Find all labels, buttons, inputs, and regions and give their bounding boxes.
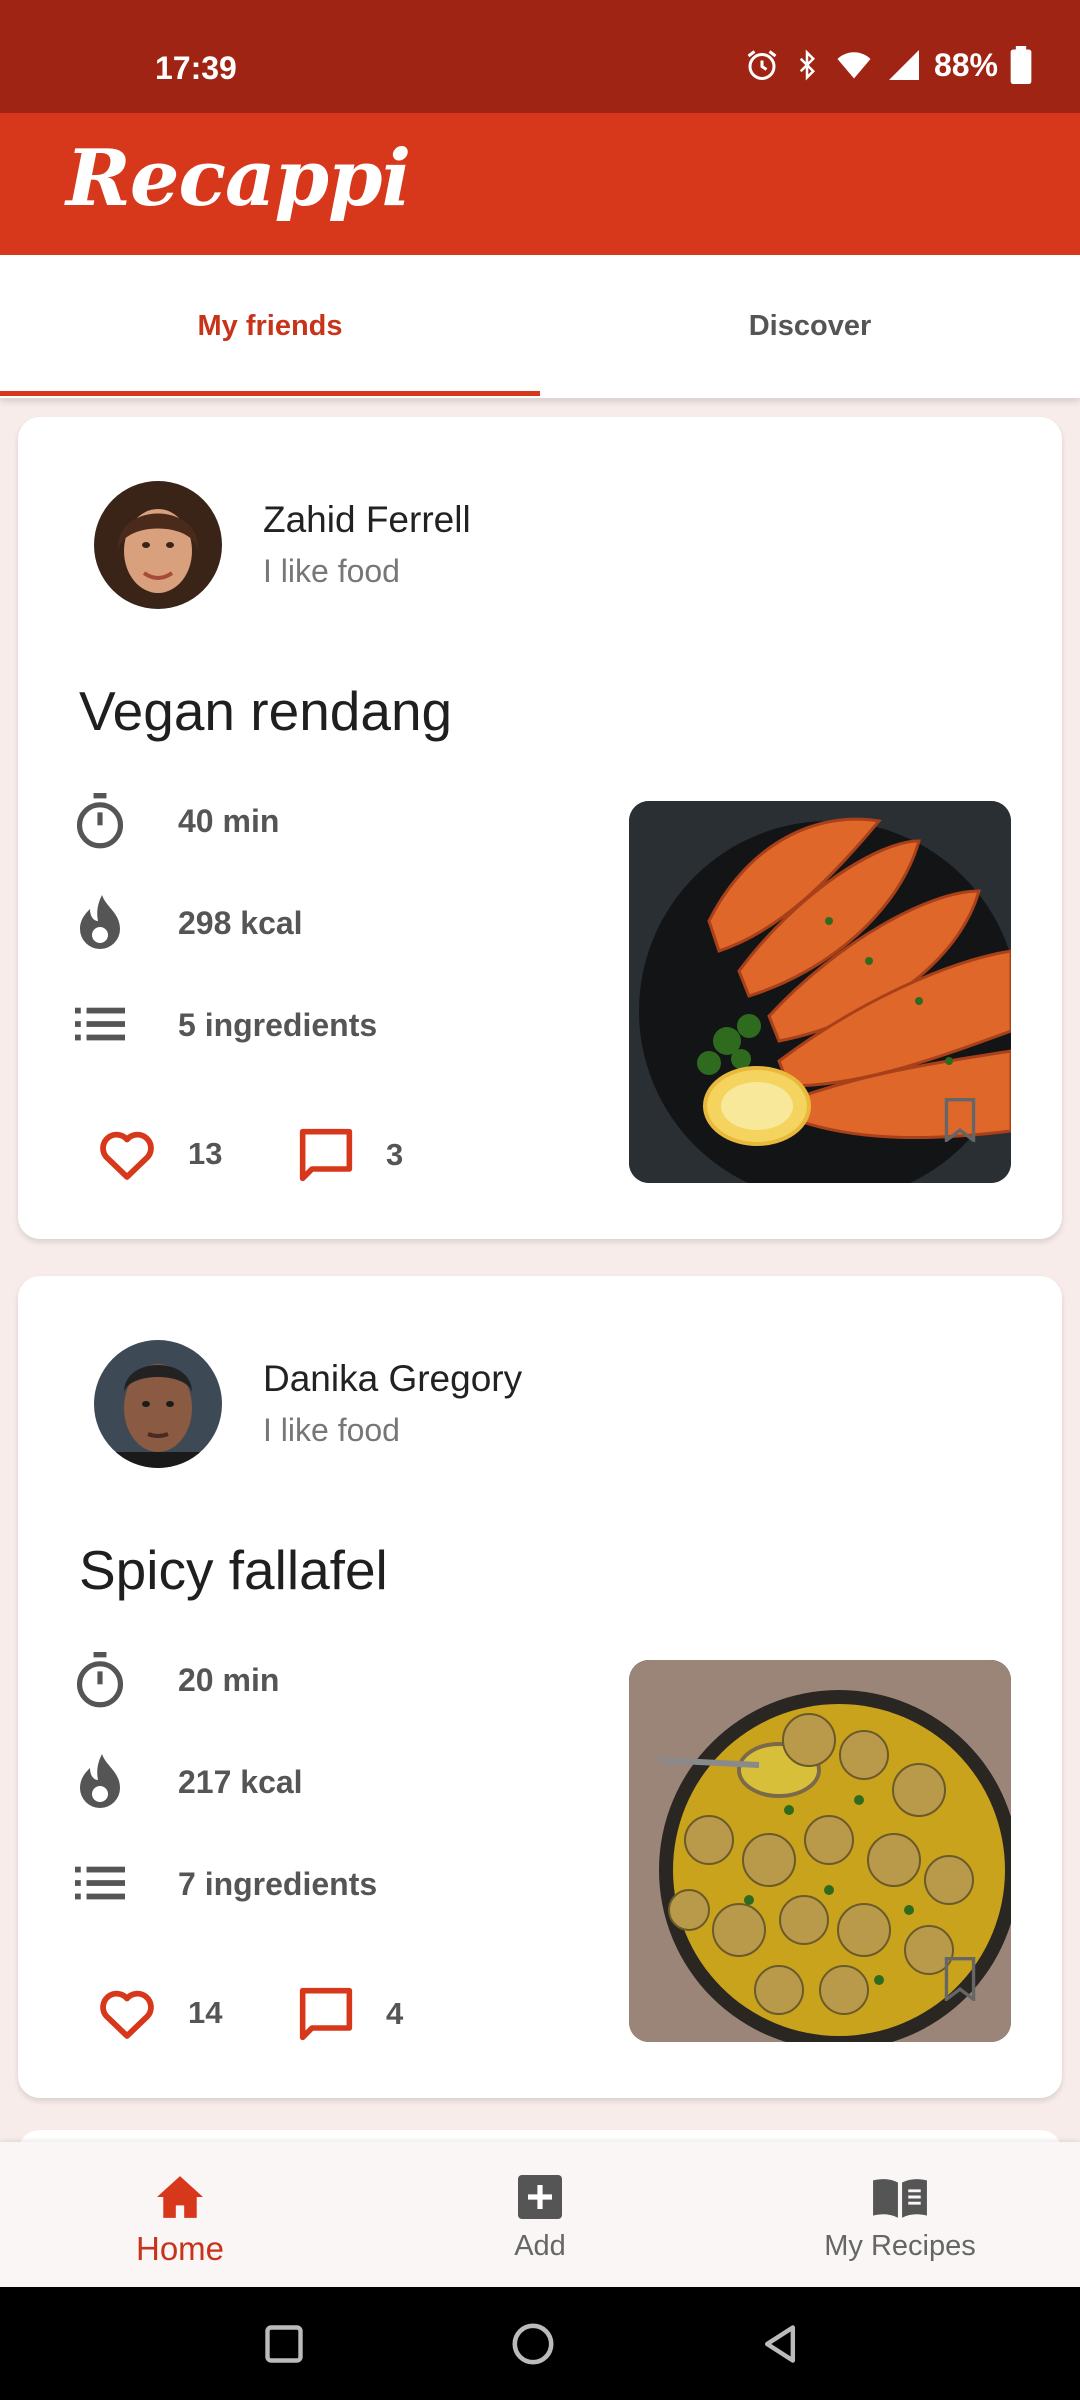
tab-discover[interactable]: Discover (540, 255, 1080, 398)
author-name[interactable]: Zahid Ferrell (263, 499, 471, 541)
like-button[interactable]: 14 (98, 1986, 222, 2040)
back-button[interactable] (758, 2287, 802, 2400)
heart-icon (100, 1990, 154, 2039)
author-name[interactable]: Danika Gregory (263, 1358, 522, 1400)
app-bar: Recappi (0, 113, 1080, 255)
cook-time: 40 min (178, 802, 280, 839)
nav-my-recipes-label: My Recipes (824, 2230, 976, 2262)
flame-icon (68, 891, 132, 955)
app-logo: Recappi (66, 133, 411, 224)
recipe-title[interactable]: Vegan rendang (79, 679, 452, 743)
recipe-image[interactable] (629, 1660, 1011, 2042)
author-bio: I like food (263, 1412, 400, 1448)
system-nav-bar (0, 2287, 1080, 2400)
list-icon (68, 993, 132, 1057)
calories: 298 kcal (178, 904, 303, 941)
nav-add[interactable]: Add (360, 2142, 720, 2287)
meta-time: 20 min (68, 1648, 279, 1712)
avatar[interactable] (94, 1340, 222, 1468)
heart-icon (100, 1131, 154, 1180)
book-icon (871, 2170, 929, 2224)
avatar[interactable] (94, 481, 222, 609)
meta-calories: 298 kcal (68, 891, 303, 955)
flame-icon (68, 1750, 132, 1814)
bluetooth-icon (799, 49, 815, 81)
recipe-image[interactable] (629, 801, 1011, 1183)
home-system-button[interactable] (510, 2287, 556, 2400)
meta-calories: 217 kcal (68, 1750, 303, 1814)
comment-count: 3 (386, 1137, 404, 1172)
list-icon (68, 1852, 132, 1916)
comment-button[interactable]: 4 (298, 1986, 403, 2042)
add-box-icon (516, 2170, 564, 2224)
square-icon (265, 2324, 303, 2363)
meta-ingredients: 5 ingredients (68, 993, 377, 1057)
circle-icon (512, 2322, 554, 2365)
meta-time: 40 min (68, 789, 279, 853)
recipe-title[interactable]: Spicy fallafel (79, 1538, 388, 1602)
ingredient-count: 7 ingredients (178, 1865, 378, 1902)
battery-icon (1010, 46, 1032, 84)
bottom-nav: Home Add My Recipes (0, 2142, 1080, 2287)
recents-button[interactable] (262, 2287, 306, 2400)
nav-home[interactable]: Home (0, 2142, 360, 2287)
timer-icon (68, 789, 132, 853)
meta-ingredients: 7 ingredients (68, 1852, 377, 1916)
cook-time: 20 min (178, 1661, 280, 1698)
comment-button[interactable]: 3 (298, 1127, 403, 1183)
tab-bar: My friends Discover (0, 255, 1080, 398)
back-triangle-icon (764, 2324, 796, 2363)
battery-percent: 88% (933, 46, 998, 83)
like-count: 14 (188, 1995, 223, 2030)
comment-count: 4 (386, 1996, 404, 2031)
signal-icon (888, 50, 919, 80)
status-bar: 17:39 88% (0, 0, 1080, 113)
tab-my-friends[interactable]: My friends (0, 255, 540, 398)
tab-indicator (0, 391, 540, 396)
like-button[interactable]: 13 (98, 1127, 222, 1181)
recipe-card[interactable]: Zahid Ferrell I like food Vegan rendang … (18, 417, 1062, 1239)
nav-my-recipes[interactable]: My Recipes (720, 2142, 1080, 2287)
nav-add-label: Add (514, 2230, 566, 2262)
comment-icon (299, 1987, 353, 2041)
nav-home-label: Home (135, 2230, 225, 2267)
alarm-icon (747, 50, 777, 80)
ingredient-count: 5 ingredients (178, 1006, 378, 1043)
bookmark-icon[interactable] (943, 1957, 977, 2006)
like-count: 13 (188, 1136, 223, 1171)
author-bio: I like food (263, 553, 400, 589)
status-time: 17:39 (155, 50, 237, 86)
home-icon (154, 2170, 206, 2224)
recipe-card[interactable]: Danika Gregory I like food Spicy fallafe… (18, 1276, 1062, 2098)
status-icons: 88% (744, 46, 1032, 84)
calories: 217 kcal (178, 1763, 303, 1800)
comment-icon (299, 1128, 353, 1182)
timer-icon (68, 1648, 132, 1712)
bookmark-icon[interactable] (943, 1098, 977, 1147)
wifi-icon (837, 52, 871, 79)
